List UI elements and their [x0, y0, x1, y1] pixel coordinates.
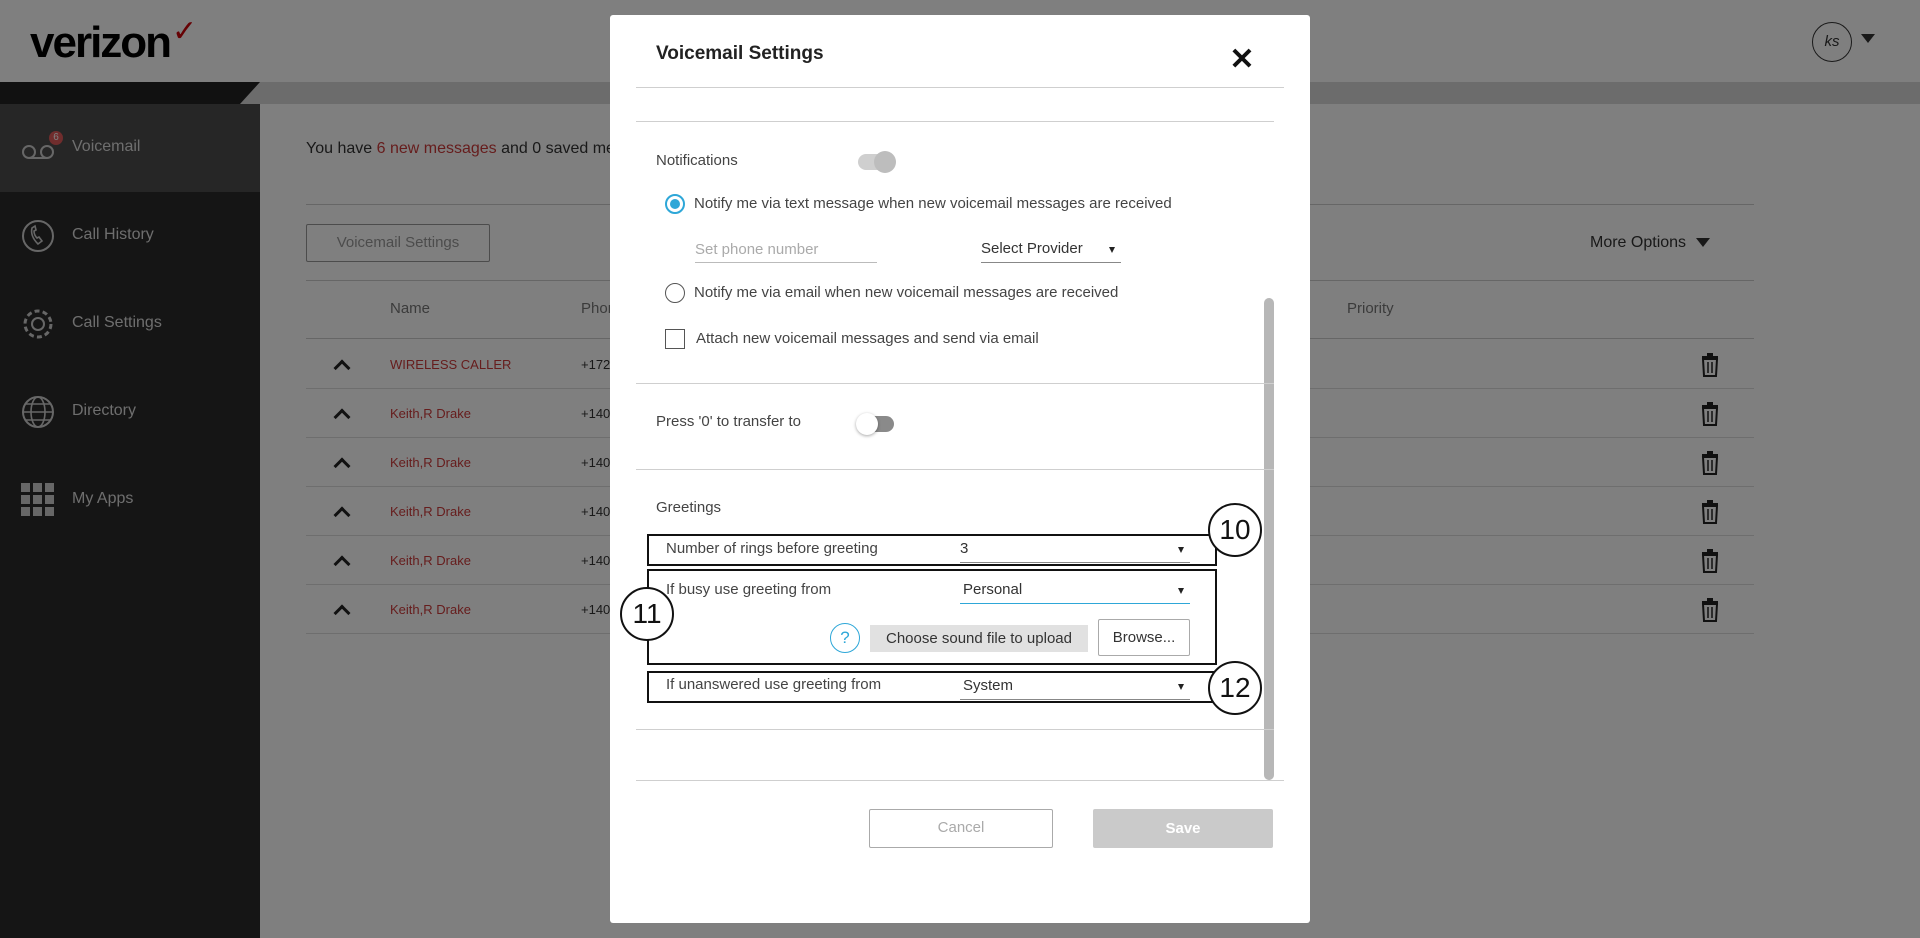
callout-11: 11: [620, 587, 674, 641]
help-icon[interactable]: ?: [830, 623, 860, 653]
phone-number-input[interactable]: [695, 237, 877, 263]
dialog-title: Voicemail Settings: [656, 43, 824, 64]
divider: [636, 121, 1274, 122]
chevron-down-icon: [1178, 547, 1184, 553]
cancel-button[interactable]: Cancel: [869, 809, 1053, 848]
chevron-down-icon: [1109, 247, 1115, 253]
rings-label: Number of rings before greeting: [666, 540, 878, 557]
scrollbar-thumb[interactable]: [1264, 298, 1274, 780]
notify-text-label: Notify me via text message when new voic…: [694, 195, 1172, 212]
greetings-label: Greetings: [656, 499, 722, 516]
voicemail-settings-dialog: Voicemail Settings ✕ Notifications Notif…: [610, 15, 1310, 923]
save-button[interactable]: Save: [1093, 809, 1273, 848]
notifications-toggle[interactable]: [858, 151, 896, 173]
unanswered-greeting-select[interactable]: System: [960, 674, 1190, 700]
unanswered-greeting-label: If unanswered use greeting from: [666, 676, 882, 693]
browse-button[interactable]: Browse...: [1098, 619, 1190, 656]
provider-select[interactable]: Select Provider: [981, 237, 1121, 263]
close-icon[interactable]: ✕: [1228, 45, 1256, 75]
attach-email-checkbox[interactable]: [665, 329, 685, 349]
busy-greeting-label: If busy use greeting from: [666, 581, 832, 598]
notifications-label: Notifications: [656, 152, 738, 169]
attach-email-label: Attach new voicemail messages and send v…: [696, 330, 1039, 347]
notify-text-radio[interactable]: [665, 194, 685, 214]
divider: [636, 729, 1274, 730]
busy-greeting-select[interactable]: Personal: [960, 578, 1190, 604]
transfer-toggle[interactable]: [856, 413, 894, 435]
notify-email-label: Notify me via email when new voicemail m…: [694, 284, 1119, 301]
callout-10: 10: [1208, 503, 1262, 557]
chevron-down-icon: [1178, 588, 1184, 594]
notify-email-radio[interactable]: [665, 283, 685, 303]
chevron-down-icon: [1178, 684, 1184, 690]
divider: [636, 87, 1284, 88]
divider: [636, 780, 1284, 781]
toggle-knob: [874, 151, 896, 173]
choose-sound-file-button[interactable]: Choose sound file to upload: [870, 625, 1088, 652]
divider: [636, 383, 1274, 384]
transfer-label: Press '0' to transfer to: [656, 413, 801, 430]
callout-12: 12: [1208, 661, 1262, 715]
toggle-knob: [856, 413, 878, 435]
rings-select[interactable]: 3: [960, 537, 1190, 563]
divider: [636, 469, 1274, 470]
